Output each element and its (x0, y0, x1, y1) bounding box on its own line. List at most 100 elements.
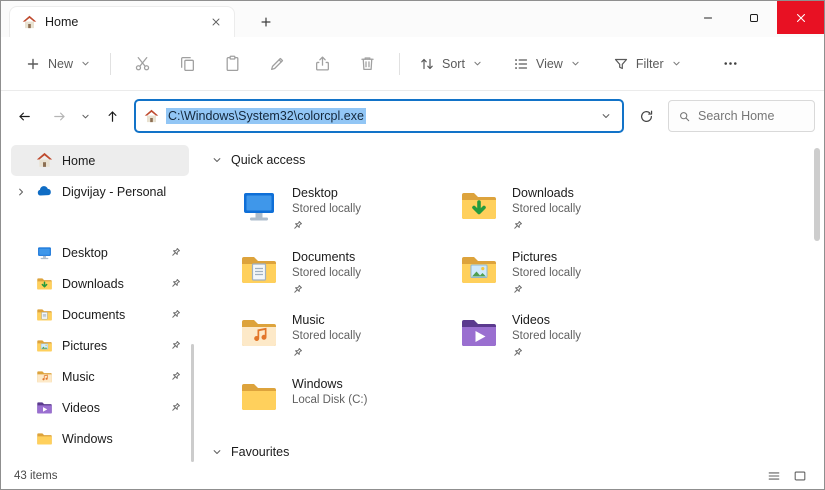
sidebar-item-music[interactable]: Music (11, 361, 189, 392)
folder-tile-music[interactable]: Music Stored locally (239, 312, 459, 376)
collapse-chevron-icon[interactable] (211, 154, 223, 166)
sidebar-scrollbar[interactable] (191, 344, 194, 462)
folder-subtitle: Stored locally (512, 330, 582, 342)
item-count: 43 items (14, 470, 58, 482)
recent-locations-button[interactable] (75, 101, 95, 132)
minimize-button[interactable] (685, 1, 731, 34)
search-box[interactable] (668, 100, 815, 132)
sidebar-item-label: Home (62, 153, 96, 168)
navigation-bar: C:\Windows\System32\colorcpl.exe (1, 91, 824, 141)
rename-button[interactable] (255, 47, 300, 81)
copy-button[interactable] (165, 47, 210, 81)
new-button-label: New (48, 56, 74, 71)
expand-chevron-icon[interactable] (15, 186, 27, 198)
sidebar-item-home[interactable]: Home (11, 145, 189, 176)
view-icon (513, 56, 529, 72)
folder-tile-videos[interactable]: Videos Stored locally (459, 312, 679, 376)
up-icon (105, 109, 120, 124)
status-bar: 43 items (1, 463, 824, 489)
plus-icon (259, 15, 273, 29)
tab-close-button[interactable] (206, 12, 226, 32)
maximize-icon (747, 11, 761, 25)
pictures-icon (36, 337, 53, 354)
more-options-button[interactable] (708, 47, 753, 81)
address-dropdown-button[interactable] (600, 110, 612, 122)
sidebar-item-label: Videos (62, 400, 100, 415)
content-scrollbar[interactable] (814, 148, 820, 241)
sidebar-item-videos[interactable]: Videos (11, 392, 189, 423)
sidebar-item-pictures[interactable]: Pictures (11, 330, 189, 361)
back-button[interactable] (9, 101, 40, 132)
sort-button[interactable]: Sort (409, 47, 493, 81)
folder-tile-desktop[interactable]: Desktop Stored locally (239, 185, 459, 249)
home-icon (36, 152, 53, 169)
close-button[interactable] (777, 1, 824, 34)
address-bar[interactable]: C:\Windows\System32\colorcpl.exe (134, 99, 624, 133)
folder-tile-documents[interactable]: Documents Stored locally (239, 249, 459, 313)
folder-tile-pictures[interactable]: Pictures Stored locally (459, 249, 679, 313)
collapse-chevron-icon[interactable] (211, 446, 223, 458)
chevron-down-icon (600, 110, 612, 122)
title-bar: Home (1, 1, 824, 37)
chevron-down-icon (80, 58, 91, 69)
sidebar-item-documents[interactable]: Documents (11, 299, 189, 330)
rename-icon (269, 55, 286, 72)
window-controls (685, 1, 824, 34)
home-icon (144, 109, 159, 124)
pin-icon (170, 247, 181, 258)
downloads-icon (36, 275, 53, 292)
pin-icon (170, 402, 181, 413)
folder-tile-downloads[interactable]: Downloads Stored locally (459, 185, 679, 249)
favourites-section-header: Favourites (211, 445, 289, 459)
downloads-folder-icon (459, 185, 499, 225)
pin-icon (170, 371, 181, 382)
new-tab-button[interactable] (253, 10, 279, 34)
view-button[interactable]: View (503, 47, 591, 81)
folder-tile-windows[interactable]: Windows Local Disk (C:) (239, 376, 459, 440)
sidebar-item-downloads[interactable]: Downloads (11, 268, 189, 299)
sidebar-item-onedrive[interactable]: Digvijay - Personal (11, 176, 189, 207)
folder-view: Quick access Desktop Stored locally Down… (197, 141, 824, 465)
tab-home[interactable]: Home (9, 6, 235, 37)
close-icon (210, 16, 222, 28)
pin-icon (170, 340, 181, 351)
delete-button[interactable] (345, 47, 390, 81)
up-button[interactable] (97, 101, 128, 132)
file-explorer-window: Home New Sort View Filter C:\Windows\Sys… (0, 0, 825, 490)
pin-icon (512, 284, 523, 295)
search-input[interactable] (698, 109, 805, 123)
windows-folder-icon (239, 376, 279, 416)
section-label: Favourites (231, 445, 290, 459)
folder-subtitle: Local Disk (C:) (292, 393, 368, 406)
paste-button[interactable] (210, 47, 255, 81)
folder-subtitle: Stored locally (512, 203, 582, 215)
details-view-button[interactable] (763, 466, 785, 486)
desktop-icon (36, 244, 53, 261)
pin-icon (170, 309, 181, 320)
sidebar-item-windows[interactable]: Windows (11, 423, 189, 454)
list-view-icon (767, 469, 781, 483)
folder-name: Documents (292, 249, 356, 264)
chevron-down-icon (671, 58, 682, 69)
maximize-button[interactable] (731, 1, 777, 34)
chevron-down-icon (570, 58, 581, 69)
folder-icon (36, 430, 53, 447)
forward-button[interactable] (44, 101, 75, 132)
large-icons-view-button[interactable] (789, 466, 811, 486)
sidebar-item-label: Windows (62, 431, 113, 446)
minimize-icon (701, 11, 715, 25)
new-button[interactable]: New (15, 47, 101, 81)
share-button[interactable] (300, 47, 345, 81)
close-icon (794, 11, 808, 25)
toolbar-divider (110, 52, 112, 75)
refresh-icon (639, 109, 654, 124)
view-button-label: View (535, 56, 563, 71)
sidebar-item-desktop[interactable]: Desktop (11, 237, 189, 268)
quick-access-grid: Desktop Stored locally Downloads Stored … (239, 185, 679, 439)
refresh-button[interactable] (631, 101, 661, 131)
filter-button[interactable]: Filter (603, 47, 692, 81)
pin-icon (292, 284, 303, 295)
cut-button[interactable] (120, 47, 165, 81)
music-folder-icon (239, 312, 279, 352)
address-path[interactable]: C:\Windows\System32\colorcpl.exe (166, 108, 366, 124)
